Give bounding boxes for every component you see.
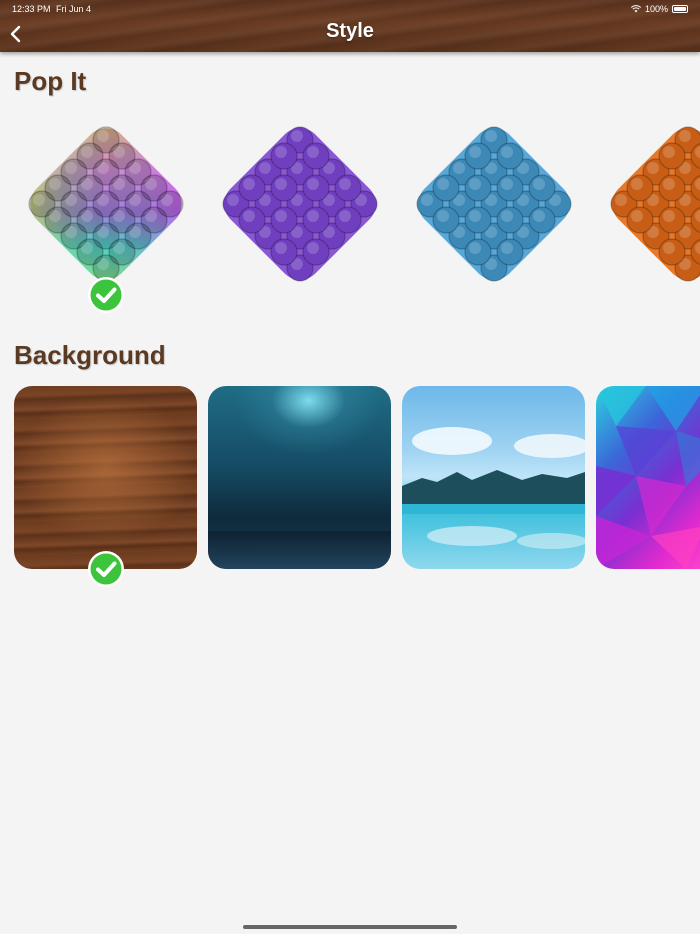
background-row [0, 386, 700, 596]
lake-scene [402, 427, 585, 549]
polygon-pattern [596, 386, 700, 569]
home-indicator [243, 925, 457, 929]
wifi-icon [630, 5, 641, 13]
popit-option-blue[interactable] [402, 112, 586, 296]
navigation-header: 12:33 PM Fri Jun 4 100% Style [0, 0, 700, 52]
selected-checkmark-icon [88, 551, 124, 587]
background-option-wood[interactable] [14, 386, 197, 569]
popit-option-purple[interactable] [208, 112, 392, 296]
popit-blue-shape [416, 126, 572, 282]
background-option-underwater[interactable] [208, 386, 391, 569]
popit-row [0, 112, 700, 322]
status-time: 12:33 PM [12, 4, 51, 14]
page-title: Style [326, 20, 374, 42]
background-option-polygon[interactable] [596, 386, 700, 569]
background-option-lake[interactable] [402, 386, 585, 569]
popit-orange-shape [610, 126, 700, 282]
status-right: 100% [630, 4, 688, 14]
popit-option-rainbow[interactable] [14, 112, 198, 296]
popit-section-title: Pop It [14, 66, 87, 96]
battery-icon [672, 5, 688, 13]
status-date: Fri Jun 4 [56, 4, 92, 14]
popit-option-orange[interactable] [596, 112, 700, 296]
underwater-floor [208, 531, 391, 569]
selected-checkmark-icon [88, 277, 124, 313]
popit-rainbow-shape [28, 126, 184, 282]
popit-purple-shape [222, 126, 378, 282]
battery-percent: 100% [644, 4, 668, 14]
background-section-title: Background [14, 340, 166, 370]
status-bar: 12:33 PM Fri Jun 4 100% [0, 0, 700, 16]
